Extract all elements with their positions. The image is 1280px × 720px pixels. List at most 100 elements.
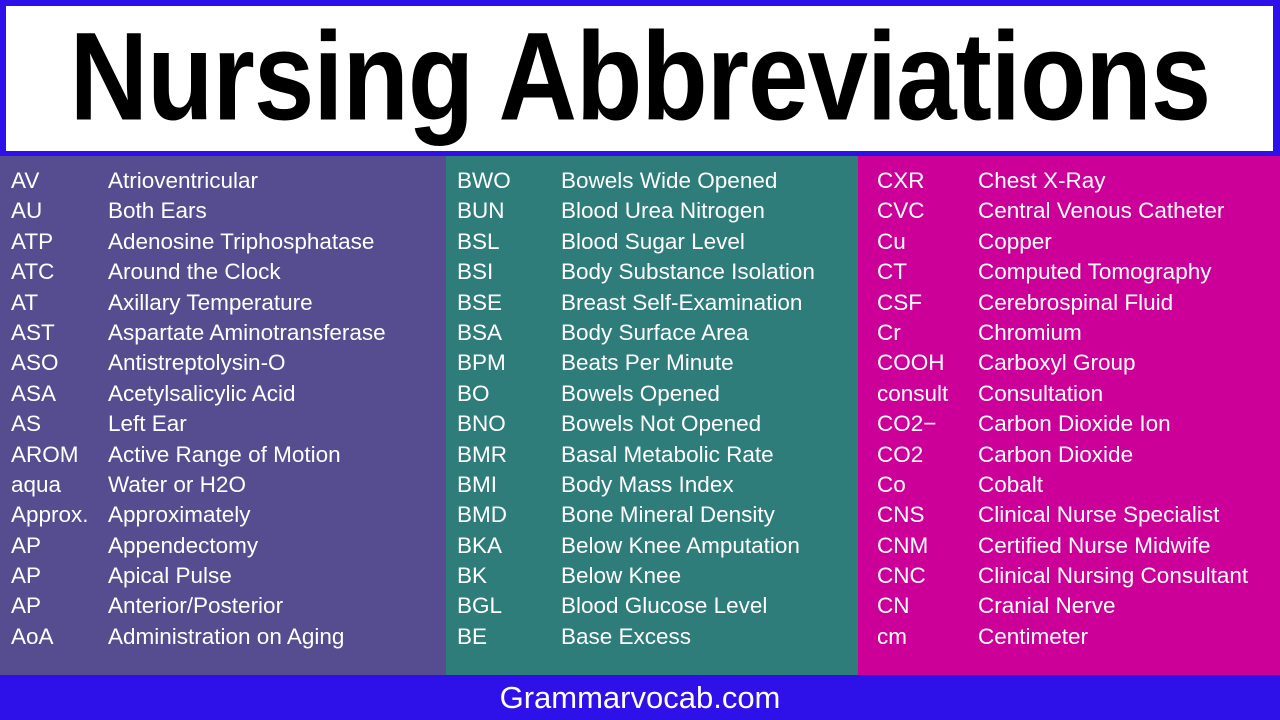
page-title: Nursing Abbreviations	[69, 5, 1211, 146]
abbreviation-row: CT Computed Tomography	[877, 257, 1280, 287]
abbreviation-definition: Blood Urea Nitrogen	[561, 198, 765, 224]
abbreviation-term: ASA	[11, 380, 57, 406]
abbreviation-term: CN	[877, 593, 910, 619]
abbreviation-term: AP	[11, 593, 42, 619]
abbreviation-row: BSA Body Surface Area	[457, 318, 858, 348]
abbreviation-term: AoA	[11, 623, 54, 649]
abbreviation-row: BE Base Excess	[457, 622, 858, 652]
abbreviation-term: BSL	[457, 228, 500, 254]
abbreviation-column-b: BWO Bowels Wide Opened BUN Blood Urea Nitro…	[446, 156, 858, 675]
abbreviation-definition: Central Venous Catheter	[978, 198, 1225, 224]
abbreviation-term: CO2	[877, 441, 924, 467]
abbreviation-term: BSA	[457, 319, 503, 345]
abbreviation-definition: Chest X-Ray	[978, 168, 1106, 193]
abbreviation-definition: Cerebrospinal Fluid	[978, 289, 1174, 315]
abbreviation-term: Cu	[877, 228, 906, 254]
abbreviation-definition: Adenosine Triphosphatase	[108, 228, 375, 254]
abbreviation-row: BMD Bone Mineral Density	[457, 500, 858, 530]
abbreviation-row: BSL Blood Sugar Level	[457, 227, 858, 257]
abbreviation-definition: Around the Clock	[108, 259, 281, 285]
abbreviation-row: ASO Antistreptolysin-O	[11, 348, 446, 378]
abbreviation-row: AU Both Ears	[11, 196, 446, 226]
abbreviation-term: CSF	[877, 289, 922, 315]
abbreviation-definition: Carbon Dioxide	[978, 441, 1134, 467]
abbreviation-definition: Active Range of Motion	[108, 441, 341, 467]
abbreviation-definition: Body Substance Isolation	[561, 259, 815, 285]
abbreviation-row: ATC Around the Clock	[11, 257, 446, 287]
abbreviation-definition: Cranial Nerve	[978, 593, 1116, 619]
abbreviation-term: BGL	[457, 593, 503, 619]
abbreviation-term: CT	[877, 259, 907, 285]
abbreviation-term: BKA	[457, 532, 503, 558]
abbreviation-term: AROM	[11, 441, 79, 467]
abbreviation-definition: Base Excess	[561, 623, 692, 649]
abbreviation-term: aqua	[11, 471, 62, 497]
title-panel: Nursing Abbreviations	[6, 6, 1273, 151]
abbreviation-definition: Cobalt	[978, 471, 1044, 497]
abbreviation-term: CXR	[877, 168, 925, 193]
abbreviation-definition: Apical Pulse	[108, 563, 232, 589]
abbreviation-term: BPM	[457, 350, 506, 376]
abbreviation-row: AV Atrioventricular	[11, 166, 446, 196]
abbreviation-row: aqua Water or H2O	[11, 470, 446, 500]
abbreviation-definition: Anterior/Posterior	[108, 593, 284, 619]
abbreviation-term: AU	[11, 198, 43, 224]
abbreviation-definition: Blood Glucose Level	[561, 593, 768, 619]
abbreviation-row: Approx. Approximately	[11, 500, 446, 530]
abbreviation-row: BMI Body Mass Index	[457, 470, 858, 500]
abbreviation-term: ASO	[11, 350, 59, 376]
site-credit: Grammarvocab.com	[499, 679, 781, 715]
abbreviation-term: consult	[877, 380, 949, 406]
abbreviation-row: BSE Breast Self-Examination	[457, 288, 858, 318]
abbreviation-row: BO Bowels Opened	[457, 379, 858, 409]
abbreviation-definition: Carboxyl Group	[978, 350, 1136, 376]
abbreviation-definition: Axillary Temperature	[108, 289, 313, 315]
abbreviation-row: AP Appendectomy	[11, 531, 446, 561]
abbreviation-definition: Breast Self-Examination	[561, 289, 803, 315]
abbreviation-row: CO2 Carbon Dioxide	[877, 440, 1280, 470]
abbreviation-row: AP Anterior/Posterior	[11, 591, 446, 621]
abbreviation-row: CVC Central Venous Catheter	[877, 196, 1280, 226]
abbreviation-term: BSE	[457, 289, 503, 315]
abbreviation-term: BMD	[457, 502, 507, 528]
abbreviation-row: Cu Copper	[877, 227, 1280, 257]
abbreviation-definition: Administration on Aging	[108, 623, 345, 649]
abbreviation-row: CSF Cerebrospinal Fluid	[877, 288, 1280, 318]
abbreviation-term: CVC	[877, 198, 925, 224]
abbreviation-term: CNM	[877, 532, 929, 558]
poster-root: Nursing Abbreviations AV Atrioventricular…	[0, 0, 1280, 720]
abbreviation-term: AP	[11, 532, 42, 558]
abbreviation-row: AT Axillary Temperature	[11, 288, 446, 318]
abbreviation-definition: Below Knee Amputation	[561, 532, 800, 558]
abbreviation-row: AROM Active Range of Motion	[11, 440, 446, 470]
abbreviation-row: BMR Basal Metabolic Rate	[457, 440, 858, 470]
abbreviation-term: BMI	[457, 471, 498, 497]
abbreviation-definition: Chromium	[978, 319, 1082, 345]
abbreviation-term: BNO	[457, 411, 506, 437]
abbreviation-columns: AV Atrioventricular AU Both Ears ATP Adenosin…	[0, 156, 1280, 675]
abbreviation-definition: Below Knee	[561, 563, 682, 589]
abbreviation-definition: Blood Sugar Level	[561, 228, 745, 254]
abbreviation-term: AS	[11, 411, 42, 437]
abbreviation-definition: Bowels Opened	[561, 380, 720, 406]
abbreviation-term: COOH	[877, 350, 945, 376]
abbreviation-definition: Beats Per Minute	[561, 350, 734, 376]
abbreviation-row: consult Consultation	[877, 379, 1280, 409]
abbreviation-row: BKA Below Knee Amputation	[457, 531, 858, 561]
abbreviation-row: CN Cranial Nerve	[877, 591, 1280, 621]
abbreviation-term: AT	[11, 289, 39, 315]
abbreviation-definition: Aspartate Aminotransferase	[108, 319, 386, 345]
abbreviation-definition: Bowels Wide Opened	[561, 168, 778, 193]
abbreviation-term: CNC	[877, 563, 926, 589]
abbreviation-row: BPM Beats Per Minute	[457, 348, 858, 378]
abbreviation-definition: Antistreptolysin-O	[108, 350, 286, 376]
abbreviation-definition: Both Ears	[108, 198, 207, 224]
abbreviation-row: Co Cobalt	[877, 470, 1280, 500]
abbreviation-term: Cr	[877, 319, 901, 345]
abbreviation-term: AST	[11, 319, 55, 345]
abbreviation-term: ATC	[11, 259, 55, 285]
abbreviation-column-a: AV Atrioventricular AU Both Ears ATP Adenosin…	[0, 156, 446, 675]
abbreviation-term: BO	[457, 380, 490, 406]
abbreviation-row: BUN Blood Urea Nitrogen	[457, 196, 858, 226]
abbreviation-row: AoA Administration on Aging	[11, 622, 446, 652]
